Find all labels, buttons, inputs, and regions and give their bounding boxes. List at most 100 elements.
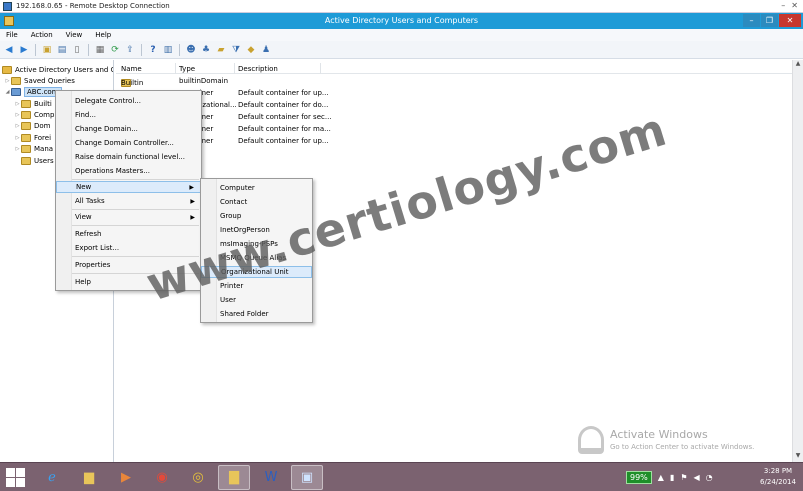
expand-chevron-icon[interactable]: ▷: [14, 135, 21, 141]
expand-chevron-icon[interactable]: ▷: [4, 78, 11, 84]
column-divider[interactable]: [320, 63, 321, 74]
expand-chevron-icon[interactable]: ▷: [14, 101, 21, 107]
menu-view[interactable]: View: [66, 31, 83, 39]
menu-item-label: All Tasks: [75, 197, 105, 205]
action-center-flag-icon[interactable]: ⚑: [680, 473, 687, 482]
console-tree-icon[interactable]: ▥: [162, 44, 174, 56]
snapin-icon: [2, 65, 12, 74]
menu-file[interactable]: File: [6, 31, 18, 39]
row-type: builtinDomain: [179, 77, 229, 85]
refresh-icon[interactable]: ⟳: [109, 44, 121, 56]
column-divider[interactable]: [175, 63, 176, 74]
tree-item-label: Dom: [34, 121, 51, 130]
column-type[interactable]: Type: [179, 65, 195, 73]
menu-item-delegate-control[interactable]: Delegate Control...: [56, 95, 201, 107]
scroll-up-icon[interactable]: ▲: [793, 60, 803, 70]
volume-icon[interactable]: ◀: [694, 473, 700, 482]
remote-desktop-taskbar-icon[interactable]: ▣: [291, 465, 323, 490]
menu-item-all-tasks[interactable]: All Tasks ▶: [56, 195, 201, 207]
folder-icon: [21, 156, 31, 165]
tree-root[interactable]: Active Directory Users and Com: [2, 64, 113, 75]
menu-separator: [72, 209, 199, 210]
forward-arrow-icon[interactable]: ▶: [18, 44, 30, 56]
system-tray: 99% ▲ ▮ ⚑ ◀ ◔: [626, 468, 713, 487]
new-user-icon[interactable]: ☻: [185, 44, 197, 56]
activate-subtitle: Go to Action Center to activate Windows.: [610, 443, 755, 451]
rdp-minimize-button[interactable]: –: [781, 1, 785, 10]
tree-item-foreign[interactable]: ▷ Forei: [14, 132, 51, 143]
row-description: Default container for sec...: [238, 113, 332, 121]
back-arrow-icon[interactable]: ◀: [3, 44, 15, 56]
properties-icon[interactable]: ▦: [94, 44, 106, 56]
export-list-icon[interactable]: ⇪: [124, 44, 136, 56]
menu-item-raise-domain-level[interactable]: Raise domain functional level...: [56, 151, 201, 163]
battery-indicator[interactable]: 99%: [626, 471, 652, 484]
column-description[interactable]: Description: [238, 65, 278, 73]
scroll-down-icon[interactable]: ▼: [793, 452, 803, 462]
tree-item-label: Builti: [34, 99, 52, 108]
clock[interactable]: 3:28 PM 6/24/2014: [756, 466, 800, 488]
toolbar-divider: [35, 43, 36, 56]
tree-item-domain-controllers[interactable]: ▷ Dom: [14, 120, 51, 131]
show-tree-icon[interactable]: ▤: [56, 44, 68, 56]
word-icon[interactable]: W: [255, 465, 287, 490]
tree-item-builtin[interactable]: ▷ Builti: [14, 98, 52, 109]
find-icon[interactable]: ◆: [245, 44, 257, 56]
wifi-icon[interactable]: ◔: [706, 473, 713, 482]
menu-item-view[interactable]: View ▶: [56, 211, 201, 223]
restore-button[interactable]: ❐: [761, 14, 778, 27]
internet-explorer-icon[interactable]: ℯ: [36, 465, 68, 490]
copy-icon[interactable]: ▯: [71, 44, 83, 56]
rdp-close-button[interactable]: ✕: [791, 1, 798, 10]
tree-item-computers[interactable]: ▷ Comp: [14, 109, 54, 120]
up-folder-icon[interactable]: ▣: [41, 44, 53, 56]
toolbar-divider: [141, 43, 142, 56]
expand-chevron-icon[interactable]: ▷: [14, 146, 21, 152]
menu-item-label: New: [76, 183, 92, 191]
menu-item-refresh[interactable]: Refresh: [56, 228, 201, 240]
new-group-icon[interactable]: ♣: [200, 44, 212, 56]
activate-windows-notice: Activate Windows Go to Action Center to …: [578, 426, 755, 454]
file-explorer-icon[interactable]: ▆: [73, 465, 105, 490]
menu-help[interactable]: Help: [95, 31, 111, 39]
menu-item-change-domain-controller[interactable]: Change Domain Controller...: [56, 137, 201, 149]
security-app-icon[interactable]: ◉: [146, 465, 178, 490]
menu-item-operations-masters[interactable]: Operations Masters...: [56, 165, 201, 177]
submenu-item-user[interactable]: User: [201, 294, 312, 306]
tree-item-managed[interactable]: ▷ Mana: [14, 143, 53, 154]
tree-item-saved-queries[interactable]: ▷ Saved Queries: [4, 75, 75, 86]
column-divider[interactable]: [234, 63, 235, 74]
submenu-item-contact[interactable]: Contact: [201, 196, 312, 208]
expand-chevron-icon[interactable]: ▷: [14, 123, 21, 129]
column-name[interactable]: Name: [121, 65, 142, 73]
filter-icon[interactable]: ⧩: [230, 44, 242, 56]
row-description: Default container for ma...: [238, 125, 331, 133]
start-windows-icon[interactable]: [6, 468, 26, 487]
tree-item-users[interactable]: Users: [14, 155, 54, 166]
toolbar: ◀ ▶ ▣ ▤ ▯ ▦ ⟳ ⇪ ? ▥ ☻ ♣ ▰ ⧩ ◆ ♟: [0, 41, 803, 59]
folder-taskbar-icon[interactable]: ▇: [218, 465, 250, 490]
show-hidden-icons-icon[interactable]: ▲: [658, 473, 664, 482]
network-icon[interactable]: ▮: [670, 473, 674, 482]
add-to-group-icon[interactable]: ♟: [260, 44, 272, 56]
minimize-button[interactable]: –: [743, 14, 760, 27]
activation-key-icon: [578, 426, 604, 454]
tree-root-label: Active Directory Users and Com: [15, 65, 113, 74]
folder-icon: [21, 144, 31, 153]
menu-item-new[interactable]: New ▶: [56, 181, 201, 193]
close-button[interactable]: ✕: [779, 14, 801, 27]
media-player-icon[interactable]: ▶: [110, 465, 142, 490]
submenu-arrow-icon: ▶: [190, 213, 195, 221]
submenu-item-shared-folder[interactable]: Shared Folder: [201, 308, 312, 320]
menu-action[interactable]: Action: [31, 31, 53, 39]
help-icon[interactable]: ?: [147, 44, 159, 56]
submenu-item-computer[interactable]: Computer: [201, 182, 312, 194]
collapse-chevron-icon[interactable]: ◢: [4, 89, 11, 95]
chrome-icon[interactable]: ◎: [182, 465, 214, 490]
expand-chevron-icon[interactable]: ▷: [14, 112, 21, 118]
new-ou-icon[interactable]: ▰: [215, 44, 227, 56]
tree-item-domain[interactable]: ◢ ABC.com: [4, 86, 62, 97]
vertical-scrollbar[interactable]: ▲ ▼: [792, 60, 803, 462]
menu-item-change-domain[interactable]: Change Domain...: [56, 123, 201, 135]
menu-item-find[interactable]: Find...: [56, 109, 201, 121]
